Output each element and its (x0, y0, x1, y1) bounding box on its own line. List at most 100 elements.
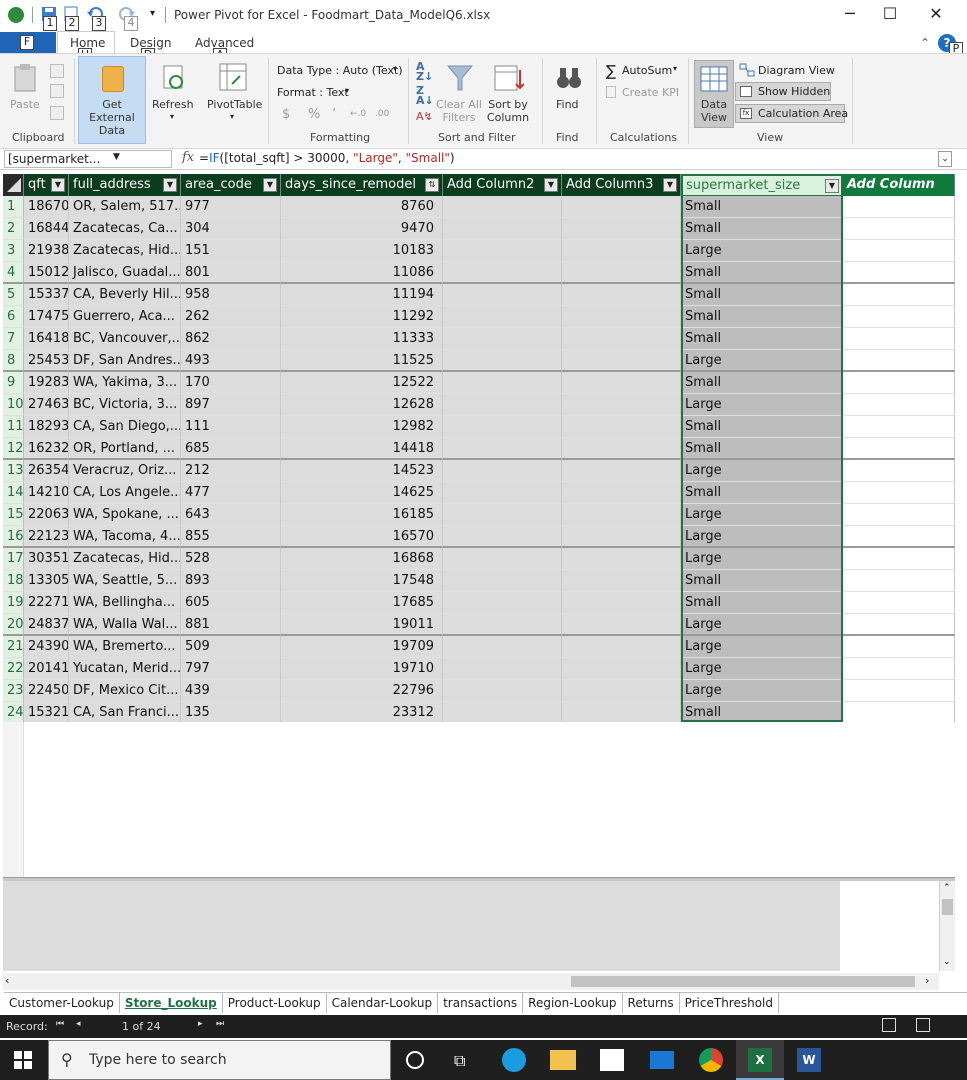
add-column-cell[interactable] (843, 350, 955, 372)
add-column2-cell[interactable] (443, 284, 562, 306)
days-since-remodel-cell[interactable]: 8760 (281, 196, 443, 218)
minimize-button[interactable]: ─ (830, 4, 870, 26)
address-cell[interactable]: Veracruz, Oriz... (69, 460, 181, 482)
row-number[interactable]: 15 (3, 504, 24, 526)
currency-icon[interactable]: $ (282, 107, 290, 122)
col-header-supermarket-size[interactable]: supermarket_size ▼ (681, 174, 843, 196)
grid-view-icon[interactable] (882, 1018, 896, 1032)
scroll-thumb[interactable] (942, 899, 953, 915)
row-number[interactable]: 3 (3, 240, 24, 262)
table-row[interactable]: 4 15012 Jalisco, Guadal... 801 11086 Small (3, 262, 955, 284)
excel-taskbar-button[interactable]: X (736, 1040, 784, 1080)
row-number[interactable]: 18 (3, 570, 24, 592)
row-number[interactable]: 8 (3, 350, 24, 372)
row-number[interactable]: 1 (3, 196, 24, 218)
address-cell[interactable]: CA, San Franci... (69, 702, 181, 724)
col-header-full-address[interactable]: full_address ▼ (69, 174, 181, 196)
days-since-remodel-cell[interactable]: 17685 (281, 592, 443, 614)
add-column2-cell[interactable] (443, 526, 562, 548)
clear-filters-icon[interactable] (446, 64, 474, 92)
address-cell[interactable]: WA, Bremerto... (69, 636, 181, 658)
col-header-add-column2[interactable]: Add Column2 ▼ (443, 174, 562, 196)
sheet-tab[interactable]: PriceThreshold (680, 993, 780, 1013)
refresh-icon[interactable] (162, 64, 186, 92)
row-number[interactable]: 11 (3, 416, 24, 438)
sqft-cell[interactable]: 16232 (24, 438, 69, 460)
file-tab[interactable]: F (0, 32, 56, 54)
sqft-cell[interactable]: 25453 (24, 350, 69, 372)
area-code-cell[interactable]: 151 (181, 240, 281, 262)
address-cell[interactable]: DF, San Andres... (69, 350, 181, 372)
days-since-remodel-cell[interactable]: 12628 (281, 394, 443, 416)
table-row[interactable]: 18 13305 WA, Seattle, 5... 893 17548 Small (3, 570, 955, 592)
address-cell[interactable]: WA, Yakima, 3... (69, 372, 181, 394)
sqft-cell[interactable]: 20141 (24, 658, 69, 680)
add-column3-cell[interactable] (562, 592, 681, 614)
col-header-add-column3[interactable]: Add Column3 ▼ (562, 174, 681, 196)
add-column-cell[interactable] (843, 240, 955, 262)
address-cell[interactable]: CA, Beverly Hil... (69, 284, 181, 306)
add-column-cell[interactable] (843, 394, 955, 416)
filter-dropdown-icon[interactable]: ▼ (825, 179, 839, 193)
supermarket-size-cell[interactable]: Small (681, 416, 843, 438)
supermarket-size-cell[interactable]: Small (681, 438, 843, 460)
address-cell[interactable]: Zacatecas, Ca... (69, 218, 181, 240)
add-column-cell[interactable] (843, 306, 955, 328)
add-column-cell[interactable] (843, 196, 955, 218)
sheet-tab[interactable]: Calendar-Lookup (327, 993, 439, 1013)
add-column-cell[interactable] (843, 636, 955, 658)
add-column3-cell[interactable] (562, 636, 681, 658)
supermarket-size-cell[interactable]: Large (681, 526, 843, 548)
add-column3-cell[interactable] (562, 306, 681, 328)
sheet-tab[interactable]: Returns (623, 993, 680, 1013)
supermarket-size-cell[interactable]: Large (681, 460, 843, 482)
address-cell[interactable]: Yucatan, Merid... (69, 658, 181, 680)
days-since-remodel-cell[interactable]: 12982 (281, 416, 443, 438)
kpi-icon[interactable] (606, 86, 616, 98)
add-column2-cell[interactable] (443, 262, 562, 284)
table-row[interactable]: 10 27463 BC, Victoria, 3... 897 12628 Large (3, 394, 955, 416)
comma-icon[interactable]: ’ (332, 107, 336, 122)
add-column2-cell[interactable] (443, 460, 562, 482)
pivottable-dropdown-icon[interactable]: ▾ (230, 112, 234, 121)
add-column3-cell[interactable] (562, 548, 681, 570)
col-header-add-column[interactable]: Add Column (843, 174, 955, 196)
sort-filter-dropdown-icon[interactable]: ⇅ (425, 178, 439, 192)
address-cell[interactable]: Zacatecas, Hid... (69, 548, 181, 570)
cortana-icon[interactable] (406, 1051, 424, 1069)
area-code-cell[interactable]: 493 (181, 350, 281, 372)
close-button[interactable]: ✕ (916, 4, 956, 26)
hscroll-thumb[interactable] (571, 976, 915, 987)
address-cell[interactable]: DF, Mexico Cit... (69, 680, 181, 702)
row-number[interactable]: 2 (3, 218, 24, 240)
area-code-cell[interactable]: 862 (181, 328, 281, 350)
add-column-cell[interactable] (843, 482, 955, 504)
table-row[interactable]: 1 18670 OR, Salem, 517... 977 8760 Small (3, 196, 955, 218)
add-column2-cell[interactable] (443, 416, 562, 438)
table-row[interactable]: 15 22063 WA, Spokane, ... 643 16185 Large (3, 504, 955, 526)
days-since-remodel-cell[interactable]: 10183 (281, 240, 443, 262)
days-since-remodel-cell[interactable]: 12522 (281, 372, 443, 394)
sqft-cell[interactable]: 15337 (24, 284, 69, 306)
add-column2-cell[interactable] (443, 548, 562, 570)
diagram-view-button[interactable]: Diagram View (758, 64, 835, 77)
days-since-remodel-cell[interactable]: 11333 (281, 328, 443, 350)
add-column2-cell[interactable] (443, 350, 562, 372)
add-column-cell[interactable] (843, 702, 955, 724)
row-number[interactable]: 21 (3, 636, 24, 658)
table-row[interactable]: 11 18293 CA, San Diego,... 111 12982 Small (3, 416, 955, 438)
table-row[interactable]: 9 19283 WA, Yakima, 3... 170 12522 Small (3, 372, 955, 394)
scroll-right-icon[interactable]: › (925, 974, 929, 987)
autosum-icon[interactable]: ∑ (606, 62, 616, 80)
add-column2-cell[interactable] (443, 636, 562, 658)
row-number[interactable]: 20 (3, 614, 24, 636)
row-number[interactable]: 10 (3, 394, 24, 416)
sqft-cell[interactable]: 27463 (24, 394, 69, 416)
scroll-left-icon[interactable]: ‹ (5, 974, 9, 987)
word-icon[interactable]: W (797, 1048, 821, 1072)
add-column2-cell[interactable] (443, 482, 562, 504)
decrease-decimal-icon[interactable]: .00 (375, 109, 389, 119)
add-column3-cell[interactable] (562, 482, 681, 504)
area-code-cell[interactable]: 643 (181, 504, 281, 526)
add-column2-cell[interactable] (443, 570, 562, 592)
